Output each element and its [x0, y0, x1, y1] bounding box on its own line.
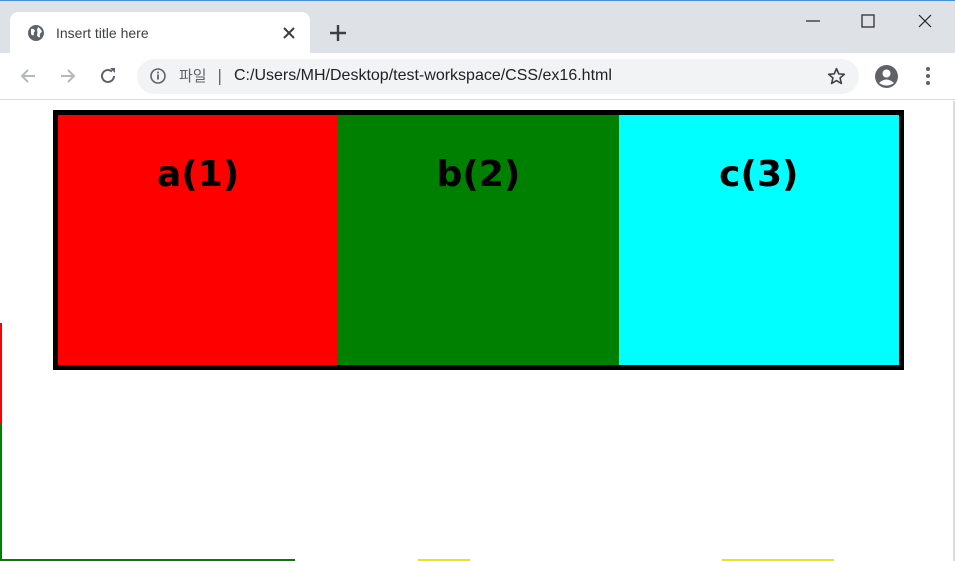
window-close-icon[interactable]	[914, 10, 936, 32]
edge-fragment	[0, 423, 2, 561]
scheme-label: 파일	[179, 67, 207, 85]
browser-toolbar: 파일 | C:/Users/MH/Desktop/test-workspace/…	[0, 53, 955, 100]
flex-container: a(1) b(2) c(3)	[53, 110, 904, 370]
edge-fragment	[0, 323, 2, 423]
globe-icon	[28, 25, 44, 41]
tab-strip: Insert title here	[0, 0, 955, 54]
arrow-right-icon[interactable]	[57, 65, 79, 87]
arrow-left-icon[interactable]	[17, 65, 39, 87]
box-c: c(3)	[618, 115, 899, 365]
box-a: a(1)	[58, 115, 339, 365]
address-separator: |	[217, 66, 223, 85]
plus-icon[interactable]	[326, 21, 350, 45]
page-viewport: a(1) b(2) c(3)	[0, 101, 955, 561]
star-icon[interactable]	[826, 66, 847, 87]
tab-title: Insert title here	[56, 25, 149, 41]
box-a-label: a(1)	[157, 154, 240, 195]
url-text[interactable]: C:/Users/MH/Desktop/test-workspace/CSS/e…	[234, 67, 612, 85]
info-icon[interactable]	[149, 67, 167, 85]
address-bar[interactable]: 파일 | C:/Users/MH/Desktop/test-workspace/…	[137, 59, 859, 94]
box-b-label: b(2)	[436, 154, 521, 195]
kebab-menu-icon[interactable]	[917, 65, 939, 87]
browser-tab[interactable]: Insert title here	[10, 12, 310, 54]
maximize-icon[interactable]	[857, 10, 879, 32]
box-b: b(2)	[338, 115, 619, 365]
minimize-icon[interactable]	[802, 10, 824, 32]
close-icon[interactable]	[280, 24, 298, 42]
account-icon[interactable]	[874, 64, 899, 89]
reload-icon[interactable]	[97, 65, 119, 87]
box-c-label: c(3)	[719, 154, 799, 195]
